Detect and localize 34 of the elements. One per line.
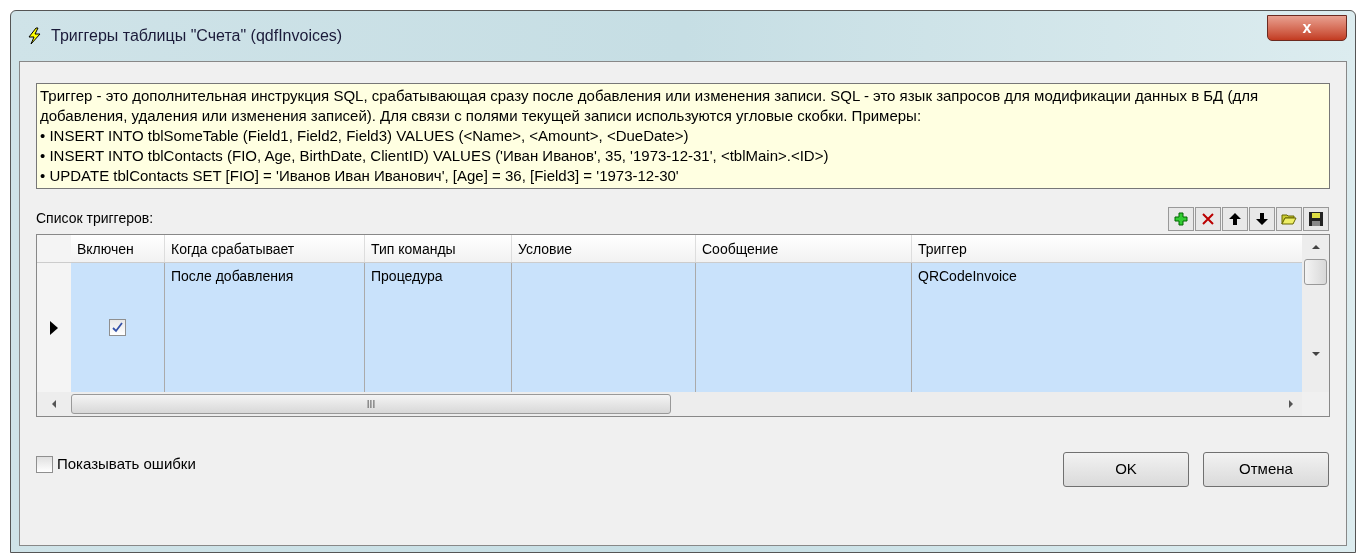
scroll-up-icon — [1310, 243, 1321, 251]
toolbar-button[interactable] — [1303, 207, 1329, 231]
scroll-down-icon — [1310, 350, 1321, 358]
example-text: • INSERT INTO tblSomeTable (Field1, Field2, Field3) VALUES (<Name>, <Amount>, <DueDate>) — [40, 126, 690, 146]
folder-icon — [1281, 211, 1297, 227]
scrollbar-thumb[interactable] — [1304, 259, 1328, 285]
window-title: Триггеры таблицы "Счета" (qdfInvoices) — [51, 26, 343, 46]
grid-row[interactable]: После добавления Процедура QRCodeInvoice — [37, 263, 1303, 392]
checkbox[interactable] — [36, 456, 53, 473]
example-text: • INSERT INTO tblContacts (FIO, Age, BirthDate, ClientID) VALUES ('Иван Иванов', 35, '1973-12-31', <tblMain>.<ID>) — [40, 146, 830, 166]
toolbar-button[interactable] — [1222, 207, 1248, 231]
plus-icon — [1173, 211, 1189, 227]
toolbar-button[interactable] — [1249, 207, 1275, 231]
dialog-button[interactable]: Отмена — [1203, 452, 1329, 487]
checkbox-label: Показывать ошибки — [57, 454, 196, 475]
check-icon — [112, 322, 123, 333]
column-header[interactable]: Условие — [512, 235, 696, 262]
list-label: Список триггеров: — [36, 209, 154, 228]
column-header[interactable]: Когда срабатывает — [165, 235, 365, 262]
arrow-up-icon — [1227, 211, 1243, 227]
lightning-icon — [25, 27, 43, 45]
arrow-down-icon — [1254, 211, 1270, 227]
table-cell: QRCodeInvoice — [918, 268, 1017, 284]
checkbox[interactable] — [109, 319, 126, 336]
column-header[interactable]: Тип команды — [365, 235, 512, 262]
table-cell: Процедура — [371, 268, 443, 284]
dialog-button[interactable]: OK — [1063, 452, 1189, 487]
table-cell: После добавления — [171, 268, 294, 284]
cross-icon — [1200, 211, 1216, 227]
column-header[interactable]: Сообщение — [696, 235, 912, 262]
column-header[interactable]: Включен — [71, 235, 165, 262]
scrollbar-thumb[interactable]: III — [71, 394, 671, 414]
info-text: Триггер - это дополнительная инструкция SQL, срабатывающая сразу после добавления или изменения записи. SQL - это язык запросов для модификации данных в БД (для добавления, удаления или изменения записей). Для связи с полями текущей записи используются угловые скобки. Примеры: — [40, 86, 1260, 126]
example-text: • UPDATE tblContacts SET [FIO] = 'Иванов Иван Иванович', [Age] = 36, [Field3] = '1973-12-30' — [40, 166, 680, 186]
